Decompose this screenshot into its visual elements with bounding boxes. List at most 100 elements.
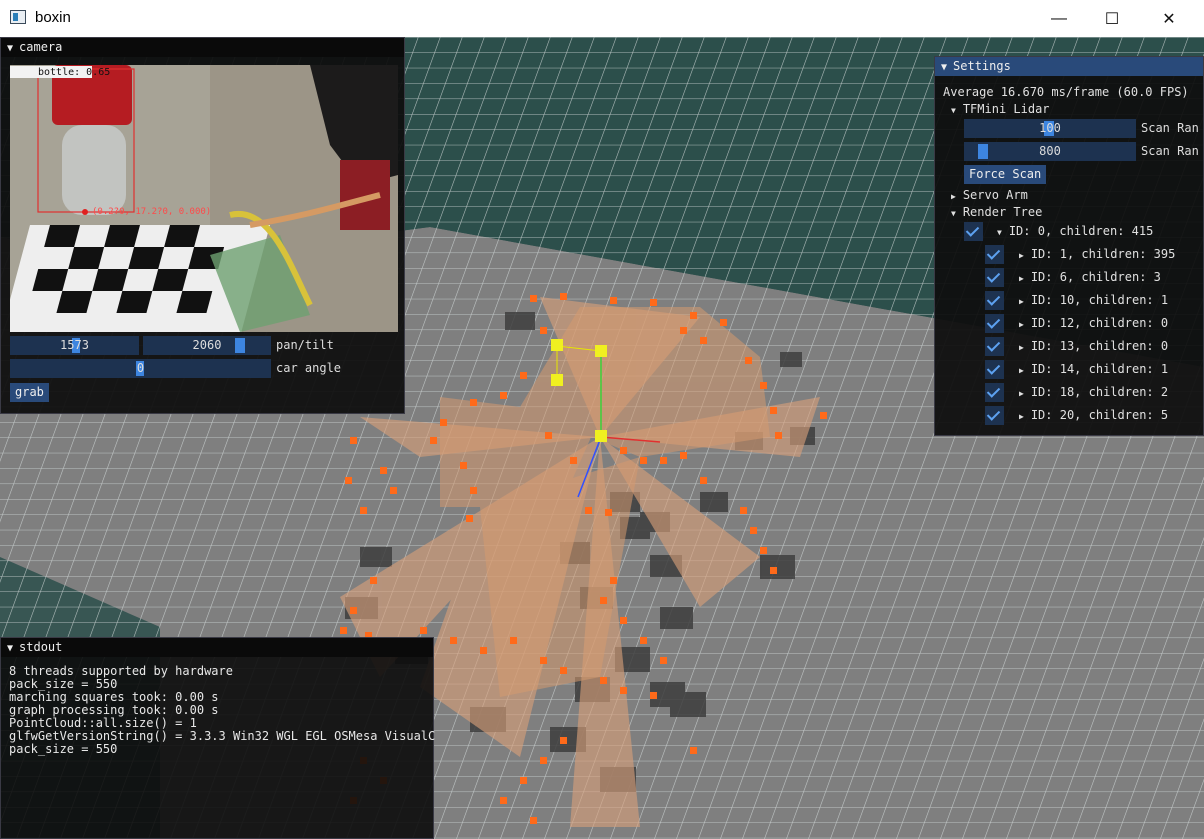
point <box>500 797 507 804</box>
point <box>560 667 567 674</box>
point <box>650 299 657 306</box>
detection-label: bottle: 0.65 <box>38 67 110 78</box>
tilt-slider[interactable]: 2060 <box>143 336 271 355</box>
chevron-right-icon: ▶ <box>1019 320 1024 329</box>
grab-button[interactable]: grab <box>10 383 49 402</box>
point <box>540 657 547 664</box>
close-button[interactable]: ✕ <box>1140 0 1198 37</box>
tfmini-lidar-node[interactable]: ▼ TFMini Lidar <box>951 100 1050 118</box>
collapse-icon[interactable] <box>941 59 953 73</box>
scan-range-max-slider[interactable]: 800 <box>964 142 1136 161</box>
point <box>690 747 697 754</box>
point <box>690 312 697 319</box>
app-icon <box>10 10 26 24</box>
chevron-right-icon: ▶ <box>951 192 956 201</box>
chevron-down-icon: ▼ <box>951 209 956 218</box>
point <box>530 295 537 302</box>
point <box>370 577 377 584</box>
point <box>605 509 612 516</box>
node-visible-checkbox[interactable] <box>985 383 1004 402</box>
point <box>610 297 617 304</box>
camera-window-header[interactable]: camera <box>1 38 404 57</box>
point <box>660 457 667 464</box>
node-visible-checkbox[interactable] <box>985 406 1004 425</box>
point <box>610 577 617 584</box>
pan-slider[interactable]: 1573 <box>10 336 139 355</box>
point <box>360 507 367 514</box>
point <box>600 677 607 684</box>
point <box>530 817 537 824</box>
tree-node[interactable]: ▶ ID: 6, children: 3 <box>1019 268 1161 286</box>
node-visible-checkbox[interactable] <box>985 360 1004 379</box>
window-title: boxin <box>35 9 71 26</box>
camera-feed: bottle: 0.65 (0.2?0, 17.2?0, 0.000) <box>10 65 398 332</box>
tree-node[interactable]: ▶ ID: 20, children: 5 <box>1019 406 1168 424</box>
stdout-window-header[interactable]: stdout <box>1 638 433 657</box>
tree-node[interactable]: ▶ ID: 12, children: 0 <box>1019 314 1168 332</box>
maximize-button[interactable]: ☐ <box>1083 0 1141 37</box>
point <box>570 457 577 464</box>
chevron-right-icon: ▶ <box>1019 274 1024 283</box>
point <box>770 567 777 574</box>
point <box>350 607 357 614</box>
chevron-right-icon: ▶ <box>1019 366 1024 375</box>
car-angle-label: car angle <box>276 361 342 375</box>
tree-node[interactable]: ▶ ID: 13, children: 0 <box>1019 337 1168 355</box>
chevron-right-icon: ▶ <box>1019 412 1024 421</box>
scan-range-label-2: Scan Ran <box>1141 144 1199 158</box>
point <box>560 293 567 300</box>
node-visible-checkbox[interactable] <box>985 314 1004 333</box>
point <box>466 515 473 522</box>
point <box>520 777 527 784</box>
collapse-icon[interactable] <box>7 40 19 54</box>
node-visible-checkbox[interactable] <box>985 245 1004 264</box>
settings-window-header[interactable]: Settings <box>935 57 1203 76</box>
chevron-down-icon: ▼ <box>997 228 1002 237</box>
point <box>540 327 547 334</box>
node-visible-checkbox[interactable] <box>985 337 1004 356</box>
stdout-window[interactable]: stdout 8 threads supported by hardwarepa… <box>0 637 435 839</box>
chevron-right-icon: ▶ <box>1019 297 1024 306</box>
fps-text: Average 16.670 ms/frame (60.0 FPS) <box>943 85 1189 99</box>
point <box>430 437 437 444</box>
car-angle-slider[interactable]: 0 <box>10 359 271 378</box>
node-visible-checkbox[interactable] <box>985 268 1004 287</box>
point <box>680 327 687 334</box>
point <box>775 432 782 439</box>
point <box>420 627 427 634</box>
point <box>720 319 727 326</box>
point <box>700 337 707 344</box>
point <box>820 412 827 419</box>
point <box>760 547 767 554</box>
settings-window[interactable]: Settings Average 16.670 ms/frame (60.0 F… <box>934 56 1204 436</box>
point <box>770 407 777 414</box>
tree-node[interactable]: ▶ ID: 18, children: 2 <box>1019 383 1168 401</box>
node-visible-checkbox[interactable] <box>985 291 1004 310</box>
node-visible-checkbox[interactable] <box>964 222 983 241</box>
settings-window-title: Settings <box>953 59 1011 73</box>
tree-node[interactable]: ▶ ID: 14, children: 1 <box>1019 360 1168 378</box>
point <box>620 447 627 454</box>
render-tree-node[interactable]: ▼ Render Tree <box>951 203 1042 221</box>
scan-range-min-slider[interactable]: 100 <box>964 119 1136 138</box>
tree-node[interactable]: ▶ ID: 10, children: 1 <box>1019 291 1168 309</box>
point <box>390 487 397 494</box>
point <box>500 392 507 399</box>
chevron-right-icon: ▶ <box>1019 343 1024 352</box>
servo-arm-node[interactable]: ▶ Servo Arm <box>951 186 1028 204</box>
point <box>650 692 657 699</box>
camera-window[interactable]: camera <box>0 37 405 414</box>
point <box>460 462 467 469</box>
point <box>380 467 387 474</box>
collapse-icon[interactable] <box>7 640 19 654</box>
force-scan-button[interactable]: Force Scan <box>964 165 1047 184</box>
minimize-button[interactable]: — <box>1030 0 1088 37</box>
point <box>700 477 707 484</box>
point <box>600 597 607 604</box>
chevron-right-icon: ▶ <box>1019 389 1024 398</box>
root-node[interactable]: ▼ ID: 0, children: 415 <box>997 222 1153 240</box>
point <box>745 357 752 364</box>
detection-coords: (0.2?0, 17.2?0, 0.000) <box>92 207 211 217</box>
point <box>440 419 447 426</box>
tree-node[interactable]: ▶ ID: 1, children: 395 <box>1019 245 1175 263</box>
